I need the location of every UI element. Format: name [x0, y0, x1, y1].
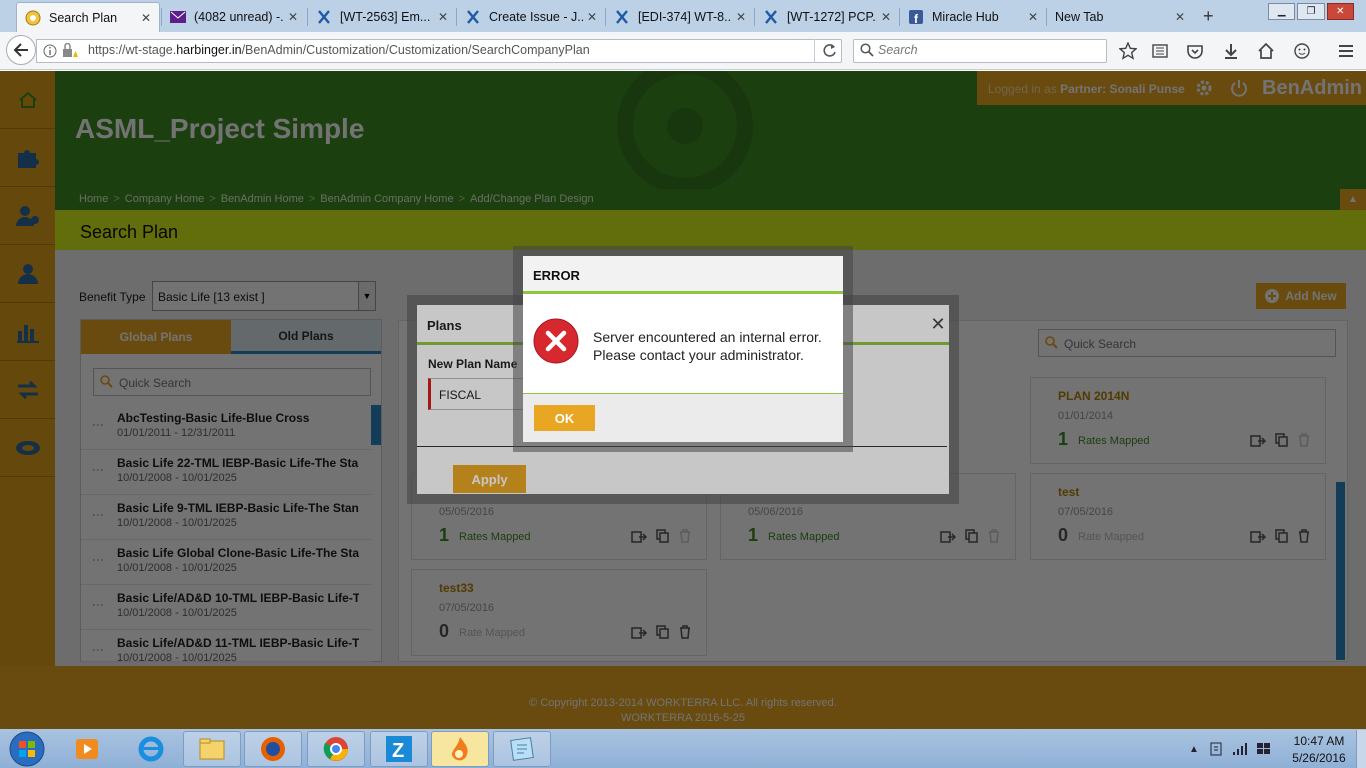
menu-icon[interactable]	[1336, 41, 1356, 61]
download-icon[interactable]	[1221, 41, 1241, 61]
jira-icon	[614, 9, 630, 25]
svg-text:Z: Z	[392, 740, 404, 762]
tab-close-icon[interactable]: ✕	[141, 11, 151, 25]
info-icon[interactable]	[43, 44, 57, 58]
worker-app-icon	[25, 10, 41, 26]
ok-button[interactable]: OK	[534, 405, 595, 431]
url-text: https://wt-stage.harbinger.in/BenAdmin/C…	[88, 43, 590, 57]
window-controls: ▁ ❐ ✕	[1268, 3, 1356, 20]
tab-close-icon[interactable]: ✕	[288, 10, 298, 24]
start-button[interactable]	[6, 730, 48, 767]
new-tab-button[interactable]: +	[1203, 6, 1214, 27]
tab-search-plan[interactable]: Search Plan ✕	[16, 2, 160, 32]
lock-warning-icon[interactable]	[62, 43, 78, 58]
smiley-icon[interactable]	[1292, 41, 1312, 61]
taskbar-app[interactable]	[431, 731, 489, 767]
volume-icon[interactable]	[1256, 741, 1272, 757]
flame-app-icon	[452, 737, 468, 761]
tab-title: New Tab	[1055, 10, 1104, 24]
error-dialog-title: ERROR	[533, 268, 580, 283]
show-hidden-icons-icon[interactable]: ▲	[1186, 741, 1202, 757]
network-icon[interactable]	[1232, 741, 1248, 757]
tab-title: [WT-1272] PCP...	[787, 10, 877, 24]
tab-wt-2563[interactable]: [WT-2563] Em... ✕	[308, 2, 456, 32]
reading-list-icon[interactable]	[1150, 41, 1170, 61]
taskbar-date[interactable]: 5/26/2016	[1284, 751, 1354, 765]
search-placeholder: Search	[878, 43, 918, 57]
jira-icon	[763, 9, 779, 25]
error-x-icon	[533, 318, 579, 364]
home-icon[interactable]	[1256, 41, 1276, 61]
internet-explorer-icon	[138, 736, 164, 762]
firefox-icon	[261, 737, 285, 761]
search-icon	[860, 43, 874, 57]
show-desktop-button[interactable]	[1356, 730, 1366, 768]
pocket-icon[interactable]	[1185, 41, 1205, 61]
close-window-icon[interactable]: ✕	[1326, 3, 1354, 20]
jira-icon	[316, 9, 332, 25]
error-message-line2: Please contact your administrator.	[593, 347, 804, 363]
windows-logo-icon	[9, 731, 45, 766]
tab-title: Miracle Hub	[932, 10, 999, 24]
tab-mail[interactable]: (4082 unread) -... ✕	[162, 2, 306, 32]
tab-miracle-hub[interactable]: f Miracle Hub ✕	[900, 2, 1046, 32]
back-button[interactable]	[6, 35, 36, 65]
tab-close-icon[interactable]: ✕	[1028, 10, 1038, 24]
taskbar-app[interactable]	[307, 731, 365, 767]
tab-close-icon[interactable]: ✕	[736, 10, 746, 24]
url-divider	[814, 39, 815, 63]
bookmark-star-icon[interactable]	[1118, 41, 1138, 61]
taskbar-time[interactable]: 10:47 AM	[1284, 734, 1354, 748]
taskbar-app[interactable]	[244, 731, 302, 767]
tab-title: [WT-2563] Em...	[340, 10, 431, 24]
minimize-icon[interactable]: ▁	[1268, 3, 1296, 20]
taskbar-app[interactable]	[183, 731, 241, 767]
reload-icon[interactable]	[822, 43, 837, 58]
chrome-icon	[323, 737, 348, 761]
taskbar-app[interactable]: Z	[370, 731, 428, 767]
tab-close-icon[interactable]: ✕	[587, 10, 597, 24]
tab-title: (4082 unread) -...	[194, 10, 284, 24]
z-app-icon: Z	[386, 736, 412, 762]
file-explorer-icon	[199, 738, 225, 760]
tab-title: Search Plan	[49, 10, 118, 25]
restore-icon[interactable]: ❐	[1297, 3, 1325, 20]
tab-close-icon[interactable]: ✕	[1175, 10, 1185, 24]
tab-wt-1272[interactable]: [WT-1272] PCP... ✕	[755, 2, 899, 32]
error-message-line1: Server encountered an internal error.	[593, 329, 822, 345]
tab-close-icon[interactable]: ✕	[881, 10, 891, 24]
media-player-icon	[76, 739, 98, 759]
tab-title: [EDI-374] WT-8...	[638, 10, 732, 24]
tab-create-issue[interactable]: Create Issue - J... ✕	[457, 2, 605, 32]
yahoo-mail-icon	[170, 9, 186, 25]
tab-close-icon[interactable]: ✕	[438, 10, 448, 24]
tab-edi-374[interactable]: [EDI-374] WT-8... ✕	[606, 2, 754, 32]
tab-new-tab[interactable]: New Tab ✕	[1047, 2, 1193, 32]
action-center-icon[interactable]	[1208, 741, 1224, 757]
facebook-icon: f	[908, 9, 924, 25]
taskbar-app[interactable]	[493, 731, 551, 767]
taskbar-app[interactable]	[58, 731, 116, 767]
jira-icon	[465, 9, 481, 25]
tab-title: Create Issue - J...	[489, 10, 583, 24]
notepad-icon	[510, 737, 534, 761]
taskbar-app[interactable]	[122, 731, 180, 767]
